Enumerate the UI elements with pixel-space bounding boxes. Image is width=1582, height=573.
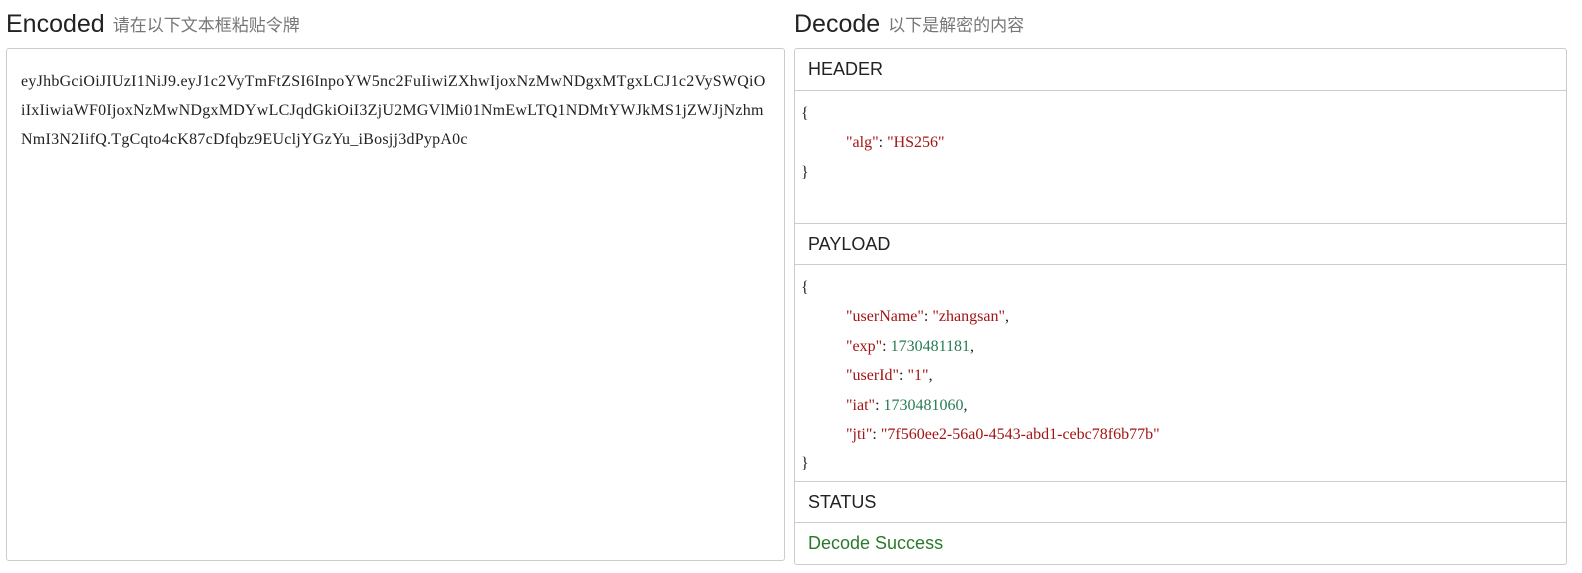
status-section-label: STATUS xyxy=(795,482,1566,523)
json-value: 1730481060 xyxy=(883,396,964,414)
json-trailing-comma: , xyxy=(963,396,968,414)
token-input[interactable]: eyJhbGciOiJIUzI1NiJ9.eyJ1c2VyTmFtZSI6Inp… xyxy=(6,48,785,561)
payload-close-brace: } xyxy=(801,455,809,473)
json-separator: : xyxy=(899,367,908,385)
status-message: Decode Success xyxy=(808,532,944,553)
encoded-title: Encoded xyxy=(6,9,105,38)
encoded-heading: Encoded 请在以下文本框粘贴令牌 xyxy=(6,0,787,48)
decode-heading: Decode 以下是解密的内容 xyxy=(794,0,1567,48)
json-key: "exp" xyxy=(846,337,883,355)
payload-json[interactable]: { "userName": "zhangsan", "exp": 17304811… xyxy=(795,265,1566,482)
json-trailing-comma: , xyxy=(970,337,975,355)
encoded-column: Encoded 请在以下文本框粘贴令牌 eyJhbGciOiJIUzI1NiJ9… xyxy=(6,0,787,561)
header-json[interactable]: { "alg": "HS256" } xyxy=(795,91,1566,224)
json-property: "userName": "zhangsan", xyxy=(801,302,1566,331)
json-value: "7f560ee2-56a0-4543-abd1-cebc78f6b77b" xyxy=(880,425,1160,443)
header-close-brace: } xyxy=(801,163,809,181)
decode-subtitle: 以下是解密的内容 xyxy=(888,15,1025,36)
json-value: "zhangsan" xyxy=(932,308,1005,326)
json-property: "userId": "1", xyxy=(801,361,1566,390)
json-key: "alg" xyxy=(846,134,879,152)
decode-title: Decode xyxy=(794,9,881,38)
json-separator: : xyxy=(875,396,884,414)
header-json-lines: "alg": "HS256" xyxy=(801,128,1566,157)
json-value: "HS256" xyxy=(887,134,945,152)
json-property: "jti": "7f560ee2-56a0-4543-abd1-cebc78f6… xyxy=(801,420,1566,449)
json-key: "iat" xyxy=(846,396,876,414)
json-trailing-comma: , xyxy=(1004,308,1009,326)
json-key: "userName" xyxy=(846,308,924,326)
json-trailing-comma: , xyxy=(928,367,933,385)
payload-section-label: PAYLOAD xyxy=(795,224,1566,265)
decode-column: Decode 以下是解密的内容 HEADER { "alg": "HS256" … xyxy=(794,0,1567,565)
json-property: "alg": "HS256" xyxy=(801,128,1566,157)
json-key: "jti" xyxy=(846,425,873,443)
payload-json-lines: "userName": "zhangsan", "exp": 1730481181… xyxy=(801,302,1566,449)
json-value: "1" xyxy=(907,367,929,385)
decode-panel: HEADER { "alg": "HS256" } PAYLOAD { "use… xyxy=(794,48,1567,565)
json-value: 1730481181 xyxy=(890,337,971,355)
json-key: "userId" xyxy=(846,367,900,385)
payload-open-brace: { xyxy=(801,279,809,296)
header-open-brace: { xyxy=(801,105,809,122)
json-separator: : xyxy=(882,337,891,355)
encoded-subtitle: 请在以下文本框粘贴令牌 xyxy=(112,15,300,36)
header-section-label: HEADER xyxy=(795,49,1566,91)
json-property: "exp": 1730481181, xyxy=(801,332,1566,361)
json-separator: : xyxy=(878,134,888,152)
json-property: "iat": 1730481060, xyxy=(801,391,1566,420)
json-separator: : xyxy=(872,425,881,443)
